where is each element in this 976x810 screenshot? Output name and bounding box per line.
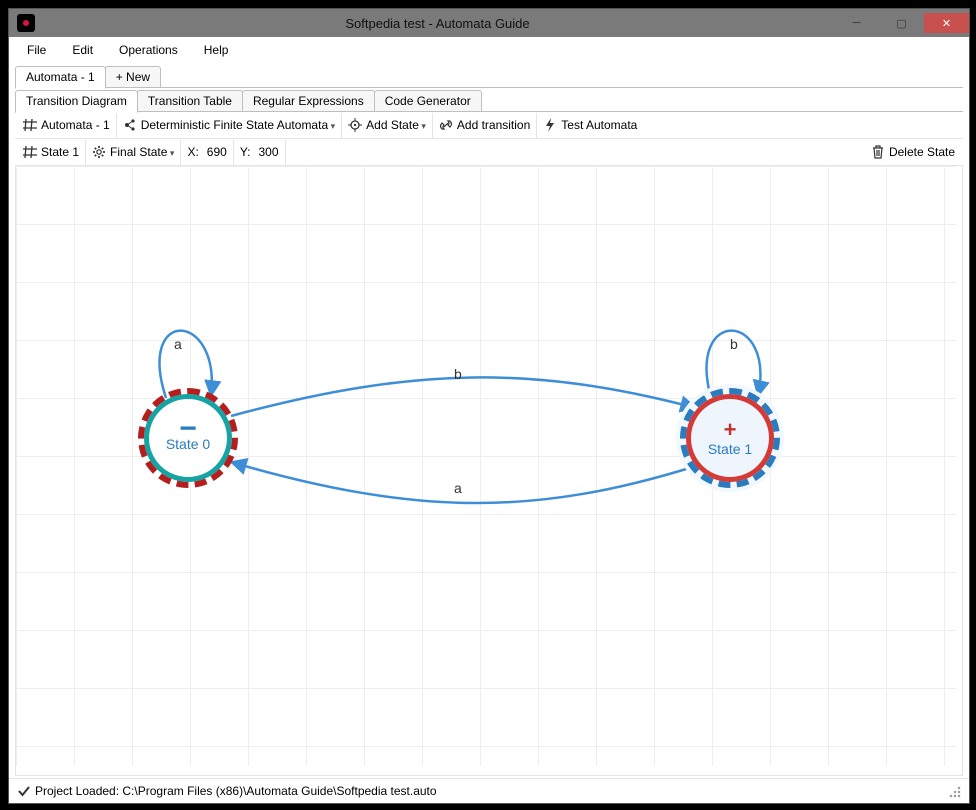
- y-value: 300: [259, 145, 279, 159]
- menubar: File Edit Operations Help: [9, 37, 969, 63]
- transition-label[interactable]: a: [454, 480, 462, 496]
- titlebar: Softpedia test - Automata Guide ─ ▢ ✕: [9, 9, 969, 37]
- type-icon: [123, 118, 137, 132]
- tab-regular-expressions[interactable]: Regular Expressions: [242, 90, 375, 112]
- trash-icon: [871, 145, 885, 159]
- window-controls: ─ ▢ ✕: [834, 13, 969, 33]
- delete-state-button[interactable]: Delete State: [865, 140, 961, 165]
- add-state-button[interactable]: Add State: [342, 113, 433, 138]
- menu-operations[interactable]: Operations: [107, 39, 190, 61]
- tab-transition-diagram[interactable]: Transition Diagram: [15, 90, 138, 113]
- diagram-canvas[interactable]: − State 0 + State 1 a b a b: [16, 166, 956, 766]
- tab-automata-1[interactable]: Automata - 1: [15, 66, 106, 89]
- add-state-label: Add State: [366, 118, 426, 132]
- state-name-label: State 1: [41, 145, 79, 159]
- canvas-scroll[interactable]: − State 0 + State 1 a b a b: [15, 166, 963, 776]
- app-icon: [17, 14, 35, 32]
- state-outer-ring: [680, 388, 780, 488]
- link-icon: [439, 118, 453, 132]
- toolbar-state: State 1 Final State X: 690 Y: 300: [15, 139, 963, 166]
- menu-help[interactable]: Help: [192, 39, 241, 61]
- state-node-0[interactable]: − State 0: [144, 394, 232, 482]
- y-label: Y:: [240, 145, 251, 159]
- state-x-coord[interactable]: X: 690: [181, 140, 233, 165]
- automata-name-label: Automata - 1: [41, 118, 110, 132]
- delete-state-label: Delete State: [889, 145, 955, 159]
- statusbar: Project Loaded: C:\Program Files (x86)\A…: [9, 778, 969, 803]
- state-selector[interactable]: State 1: [17, 140, 86, 165]
- transition-label[interactable]: b: [454, 366, 462, 382]
- test-automata-button[interactable]: Test Automata: [537, 113, 643, 138]
- check-icon: [17, 784, 31, 798]
- hash-icon: [23, 145, 37, 159]
- resize-grip[interactable]: [947, 784, 961, 798]
- hash-icon: [23, 118, 37, 132]
- test-automata-label: Test Automata: [561, 118, 637, 132]
- state-type-selector[interactable]: Final State: [86, 140, 181, 165]
- add-transition-button[interactable]: Add transition: [433, 113, 537, 138]
- view-tabs: Transition Diagram Transition Table Regu…: [15, 88, 963, 112]
- close-button[interactable]: ✕: [924, 13, 969, 33]
- toolbar-main: Automata - 1 Deterministic Finite State …: [15, 112, 963, 139]
- tab-transition-table[interactable]: Transition Table: [137, 90, 243, 112]
- status-text: Project Loaded: C:\Program Files (x86)\A…: [35, 784, 437, 798]
- toolbar-spacer: [286, 140, 865, 165]
- tab-code-generator[interactable]: Code Generator: [374, 90, 482, 112]
- x-value: 690: [207, 145, 227, 159]
- state-outer-ring: [138, 388, 238, 488]
- lightning-icon: [543, 118, 557, 132]
- transition-label[interactable]: b: [730, 336, 738, 352]
- document-tabs: Automata - 1 + New: [9, 63, 969, 88]
- target-icon: [348, 118, 362, 132]
- minimize-button[interactable]: ─: [834, 13, 879, 33]
- app-window: Softpedia test - Automata Guide ─ ▢ ✕ Fi…: [8, 8, 970, 804]
- tool-automata-selector[interactable]: Automata - 1: [17, 113, 117, 138]
- tool-automata-type[interactable]: Deterministic Finite State Automata: [117, 113, 342, 138]
- automata-type-label: Deterministic Finite State Automata: [141, 118, 335, 132]
- inner-panel: Transition Diagram Transition Table Regu…: [15, 88, 963, 776]
- state-node-1[interactable]: + State 1: [686, 394, 774, 482]
- maximize-button[interactable]: ▢: [879, 13, 924, 33]
- transition-label[interactable]: a: [174, 336, 182, 352]
- tab-new[interactable]: + New: [105, 66, 161, 88]
- menu-file[interactable]: File: [15, 39, 58, 61]
- state-y-coord[interactable]: Y: 300: [234, 140, 286, 165]
- window-title: Softpedia test - Automata Guide: [41, 16, 834, 31]
- menu-edit[interactable]: Edit: [60, 39, 105, 61]
- gear-icon: [92, 145, 106, 159]
- x-label: X:: [187, 145, 198, 159]
- state-type-label: Final State: [110, 145, 174, 159]
- content-area: Automata - 1 + New Transition Diagram Tr…: [9, 63, 969, 778]
- add-transition-label: Add transition: [457, 118, 530, 132]
